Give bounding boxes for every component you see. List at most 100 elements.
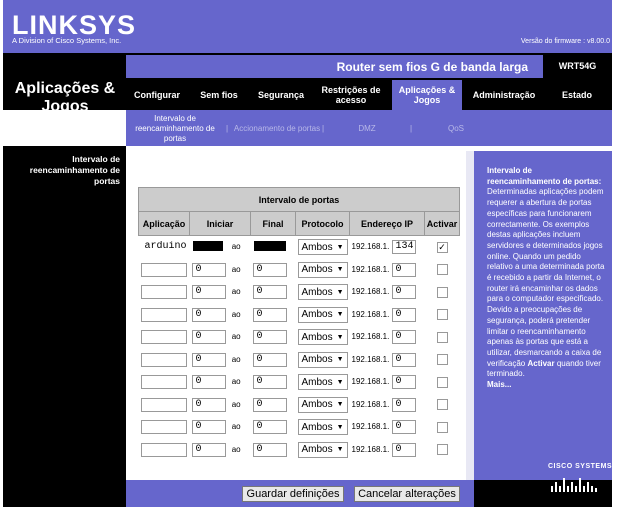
subnav-separator: | [410, 124, 413, 133]
help-more-link[interactable]: Mais... [487, 380, 511, 389]
start-port-input[interactable]: 0 [191, 262, 226, 277]
protocol-select[interactable]: Ambos ▼ [297, 441, 348, 458]
ip-last-octet-input[interactable]: 0 [391, 285, 416, 300]
model-name: WRT54G [543, 55, 612, 78]
left-section-label: Intervalo de reencaminhamento de portas [29, 154, 120, 186]
tab-aplicacoes-jogos[interactable]: Aplicações & Jogos [392, 80, 462, 110]
enable-checkbox[interactable] [436, 331, 448, 343]
end-port-input[interactable]: 0 [252, 307, 287, 322]
protocol-select[interactable]: Ambos ▼ [297, 261, 348, 278]
subnav-separator: | [226, 124, 229, 133]
start-port-input[interactable]: 0 [191, 375, 226, 390]
enable-checkbox[interactable] [436, 264, 448, 276]
chevron-down-icon: ▼ [336, 378, 344, 386]
help-body: Determinadas aplicações podem requerer a… [487, 187, 605, 368]
range-to-label: ao [231, 377, 241, 387]
save-button[interactable]: Guardar definições [242, 486, 344, 502]
ip-prefix: 192.168.1. [351, 422, 390, 432]
protocol-select[interactable]: Ambos ▼ [297, 419, 348, 436]
start-port-input[interactable]: 0 [191, 397, 226, 412]
range-to-label: ao [231, 332, 241, 342]
end-port-input[interactable]: 0 [252, 352, 287, 367]
application-name-input[interactable] [140, 442, 187, 457]
subtab-qos[interactable]: QoS [444, 124, 468, 134]
tab-administracao[interactable]: Administração [466, 80, 542, 110]
tab-estado[interactable]: Estado [546, 80, 608, 110]
ip-last-octet-input[interactable]: 0 [391, 420, 416, 435]
application-name-input[interactable] [140, 262, 187, 277]
port-range-table: Intervalo de portas Aplicação Iniciar Fi… [138, 187, 460, 461]
protocol-select[interactable]: Ambos ▼ [297, 374, 348, 391]
application-name-input[interactable]: arduino [140, 240, 187, 255]
end-port-input[interactable] [252, 240, 287, 255]
subnav-separator: | [322, 124, 325, 133]
range-to-label: ao [231, 309, 241, 319]
start-port-input[interactable]: 0 [191, 352, 226, 367]
range-to-label: ao [231, 444, 241, 454]
ip-last-octet-input[interactable]: 0 [391, 262, 416, 277]
table-row: arduino ao Ambos ▼ 192.168.1. 134 ✓ [139, 236, 460, 259]
start-port-input[interactable]: 0 [191, 420, 226, 435]
enable-checkbox[interactable] [436, 354, 448, 366]
cisco-logo-icon [551, 478, 597, 492]
protocol-select[interactable]: Ambos ▼ [297, 396, 348, 413]
tab-sem-fios[interactable]: Sem fios [190, 80, 248, 110]
end-port-input[interactable]: 0 [252, 330, 287, 345]
column-divider [466, 151, 474, 480]
chevron-down-icon: ▼ [336, 401, 344, 409]
application-name-input[interactable] [140, 375, 187, 390]
tab-configurar[interactable]: Configurar [126, 80, 188, 110]
cancel-button[interactable]: Cancelar alterações [354, 486, 460, 502]
enable-checkbox[interactable] [436, 286, 448, 298]
enable-checkbox[interactable] [436, 376, 448, 388]
ip-last-octet-input[interactable]: 0 [391, 442, 416, 457]
application-name-input[interactable] [140, 420, 187, 435]
col-activar: Activar [424, 211, 460, 236]
tab-restricoes[interactable]: Restrições de acesso [316, 80, 386, 110]
chevron-down-icon: ▼ [336, 356, 344, 364]
application-name-input[interactable] [140, 307, 187, 322]
enable-checkbox[interactable] [436, 309, 448, 321]
start-port-input[interactable] [191, 240, 226, 255]
subtab-dmz[interactable]: DMZ [352, 124, 382, 134]
application-name-input[interactable] [140, 397, 187, 412]
start-port-input[interactable]: 0 [191, 307, 226, 322]
col-protocolo: Protocolo [295, 211, 350, 236]
end-port-input[interactable]: 0 [252, 285, 287, 300]
table-row: 0 ao 0 Ambos ▼ 192.168.1. 0 [139, 416, 460, 439]
ip-last-octet-input[interactable]: 0 [391, 352, 416, 367]
help-title: Intervalo de reencaminhamento de portas: [487, 166, 602, 186]
subtab-port-range-forwarding[interactable]: Intervalo de reencaminhamento de portas [132, 114, 218, 144]
protocol-select[interactable]: Ambos ▼ [297, 351, 348, 368]
chevron-down-icon: ▼ [336, 333, 344, 341]
end-port-input[interactable]: 0 [252, 262, 287, 277]
protocol-select[interactable]: Ambos ▼ [297, 329, 348, 346]
ip-last-octet-input[interactable]: 0 [391, 397, 416, 412]
start-port-input[interactable]: 0 [191, 330, 226, 345]
ip-prefix: 192.168.1. [351, 264, 390, 274]
end-port-input[interactable]: 0 [252, 375, 287, 390]
protocol-select[interactable]: Ambos ▼ [297, 239, 348, 256]
subtab-port-triggering[interactable]: Accionamento de portas [232, 124, 322, 134]
application-name-input[interactable] [140, 285, 187, 300]
end-port-input[interactable]: 0 [252, 442, 287, 457]
end-port-input[interactable]: 0 [252, 397, 287, 412]
application-name-input[interactable] [140, 330, 187, 345]
start-port-input[interactable]: 0 [191, 442, 226, 457]
end-port-input[interactable]: 0 [252, 420, 287, 435]
enable-checkbox[interactable]: ✓ [436, 241, 448, 253]
ip-last-octet-input[interactable]: 134 [391, 240, 416, 255]
enable-checkbox[interactable] [436, 399, 448, 411]
ip-last-octet-input[interactable]: 0 [391, 307, 416, 322]
protocol-select[interactable]: Ambos ▼ [297, 284, 348, 301]
ip-prefix: 192.168.1. [351, 377, 390, 387]
ip-last-octet-input[interactable]: 0 [391, 330, 416, 345]
protocol-select[interactable]: Ambos ▼ [297, 306, 348, 323]
start-port-input[interactable]: 0 [191, 285, 226, 300]
application-name-input[interactable] [140, 352, 187, 367]
ip-last-octet-input[interactable]: 0 [391, 375, 416, 390]
enable-checkbox[interactable] [436, 421, 448, 433]
tab-seguranca[interactable]: Segurança [250, 80, 312, 110]
enable-checkbox[interactable] [436, 444, 448, 456]
chevron-down-icon: ▼ [336, 311, 344, 319]
